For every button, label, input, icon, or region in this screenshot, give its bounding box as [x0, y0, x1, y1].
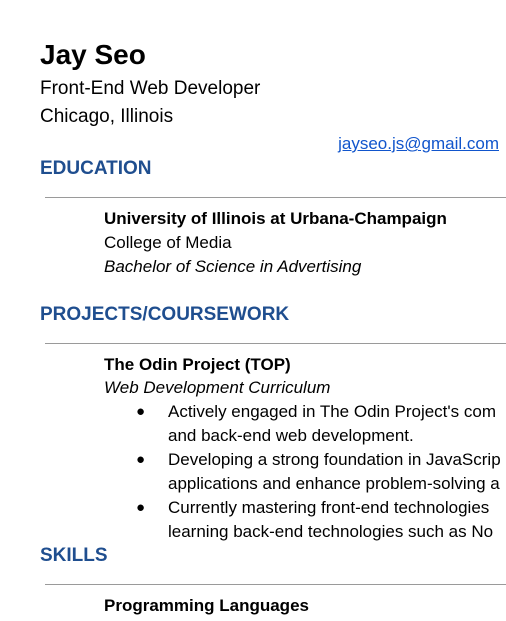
bullet-line: Developing a strong foundation in JavaSc…	[168, 450, 501, 469]
degree: Bachelor of Science in Advertising	[104, 257, 362, 276]
location: Chicago, Illinois	[40, 106, 174, 127]
bullet-marker: ●	[136, 403, 146, 420]
projects-heading: PROJECTS/COURSEWORK	[40, 304, 290, 325]
bullet-line: Currently mastering front-end technologi…	[168, 498, 490, 517]
skills-category: Programming Languages	[104, 596, 309, 615]
bullet-line: Actively engaged in The Odin Project's c…	[168, 402, 496, 421]
bullet-line: and back-end web development.	[168, 426, 414, 445]
bullet-line: learning back-end technologies such as N…	[168, 522, 494, 541]
school-name: University of Illinois at Urbana-Champai…	[104, 209, 447, 228]
skills-divider	[45, 584, 506, 585]
bullet-marker: ●	[136, 499, 146, 516]
college-name: College of Media	[104, 233, 232, 252]
skills-heading: SKILLS	[40, 545, 108, 566]
project-subtitle: Web Development Curriculum	[104, 378, 331, 397]
project-title: The Odin Project (TOP)	[104, 355, 291, 374]
job-title: Front-End Web Developer	[40, 78, 261, 99]
projects-divider	[45, 343, 506, 344]
education-heading: EDUCATION	[40, 158, 152, 179]
resume-name: Jay Seo	[40, 39, 146, 70]
bullet-line: applications and enhance problem-solving…	[168, 474, 500, 493]
bullet-marker: ●	[136, 451, 146, 468]
education-divider	[45, 197, 506, 198]
email-link[interactable]: jayseo.js@gmail.com	[338, 133, 499, 155]
